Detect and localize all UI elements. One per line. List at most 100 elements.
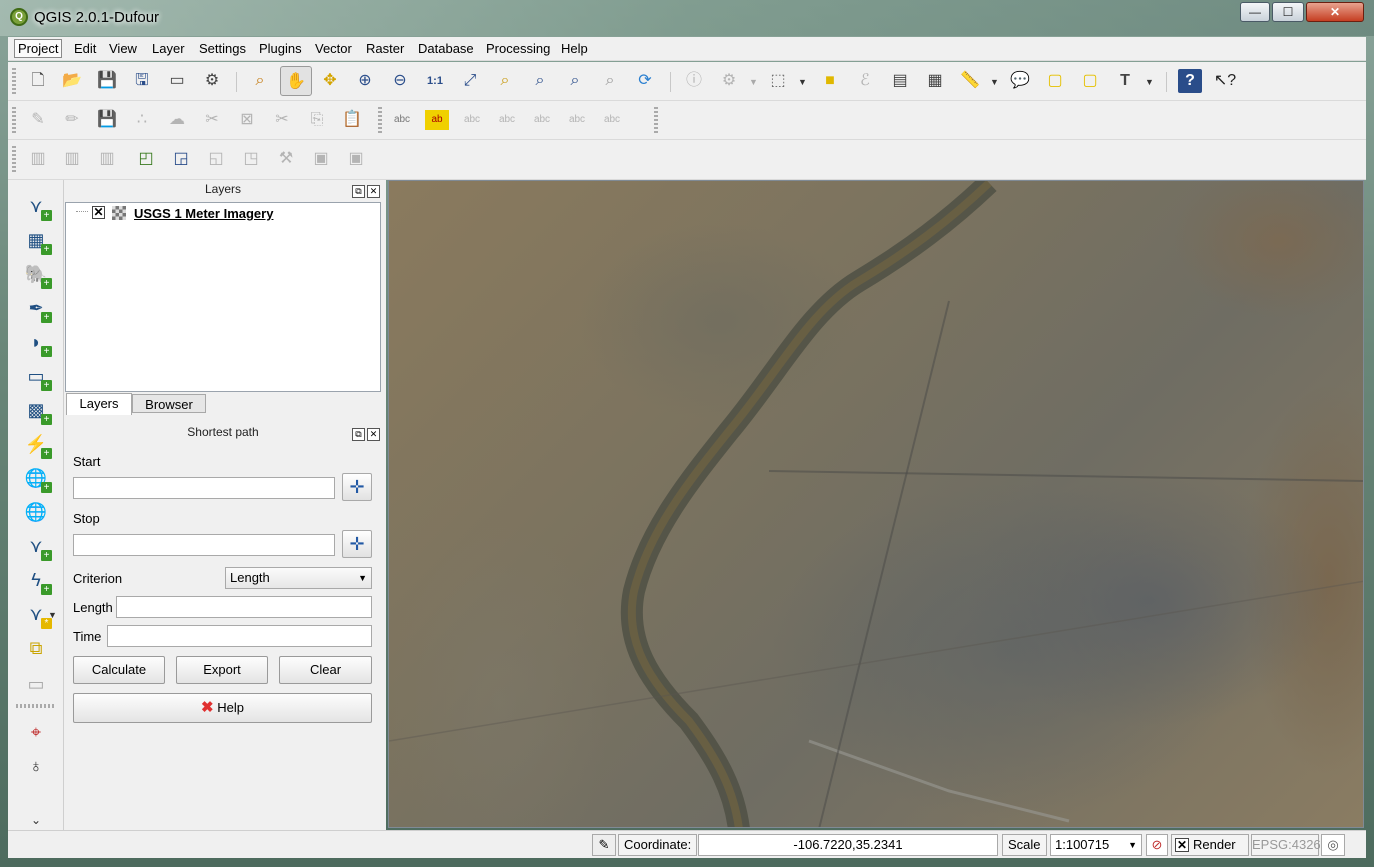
pan-map-icon[interactable]: ✥: [318, 69, 342, 93]
pin-labels-icon[interactable]: abc: [460, 108, 484, 132]
zoom-out-icon[interactable]: ⊖: [388, 69, 412, 93]
whats-this-icon[interactable]: ↖?: [1213, 69, 1237, 93]
measure-icon[interactable]: 📏: [958, 69, 982, 93]
coordinate-field[interactable]: -106.7220,35.2341: [698, 834, 998, 856]
refresh-icon[interactable]: ⟳: [633, 69, 657, 93]
current-edits-icon[interactable]: ✎: [26, 108, 50, 132]
text-annotation-icon[interactable]: T: [1113, 69, 1137, 93]
stop-rendering-icon[interactable]: ⊘: [1146, 834, 1168, 856]
delete-selected-icon[interactable]: ⊠: [235, 108, 259, 132]
select-icon[interactable]: ⬚: [766, 69, 790, 93]
zoom-full-icon[interactable]: ⤢: [458, 69, 482, 93]
attribute-table-icon[interactable]: ▤: [888, 69, 912, 93]
copy-features-icon[interactable]: ⎘: [305, 108, 329, 132]
help-button[interactable]: ✖ Help: [73, 693, 372, 723]
time-field[interactable]: [107, 625, 372, 647]
toolbar-grip[interactable]: [16, 704, 56, 708]
map-canvas[interactable]: [388, 180, 1364, 828]
pan-to-selection-icon[interactable]: ⌕: [248, 69, 272, 93]
tab-layers[interactable]: Layers: [66, 393, 132, 415]
delete-part-icon[interactable]: ◲: [169, 147, 193, 171]
menu-layer[interactable]: Layer: [152, 41, 185, 56]
add-postgis-layer-icon[interactable]: 🐘 +: [22, 260, 52, 289]
merge-selected-icon[interactable]: ▣: [344, 147, 368, 171]
annotation-dropdown-icon[interactable]: ▼: [1145, 77, 1154, 87]
zoom-to-selection-icon[interactable]: ⌕: [493, 69, 517, 93]
change-label-icon[interactable]: abc: [600, 108, 624, 132]
map-tips-icon[interactable]: 💬: [1008, 69, 1032, 93]
new-gpx-icon[interactable]: ⧉: [22, 634, 50, 662]
label-icon[interactable]: abc: [390, 108, 414, 132]
save-edits-icon[interactable]: 💾: [95, 108, 119, 132]
pick-start-button[interactable]: ✛: [342, 473, 372, 501]
new-project-icon[interactable]: 🗋: [26, 69, 50, 93]
layer-visibility-checkbox[interactable]: ✕: [92, 206, 105, 219]
menu-plugins[interactable]: Plugins: [259, 41, 302, 56]
add-raster-layer-icon[interactable]: ▦ +: [22, 226, 52, 255]
zoom-actual-size-icon[interactable]: 1:1: [423, 69, 447, 93]
render-toggle[interactable]: ✕ Render: [1171, 834, 1249, 856]
toolbar-grip[interactable]: [12, 68, 16, 96]
calculate-button[interactable]: Calculate: [73, 656, 165, 684]
add-sqlanywhere-layer-icon[interactable]: ▩ +: [22, 396, 52, 425]
menu-processing[interactable]: Processing: [486, 41, 550, 56]
save-as-icon[interactable]: 🖫: [130, 69, 154, 93]
zoom-in-icon[interactable]: ⊕: [353, 69, 377, 93]
layer-name[interactable]: USGS 1 Meter Imagery: [134, 206, 273, 221]
add-vector-layer-icon[interactable]: ⋎ +: [22, 192, 52, 221]
rotate-label-icon[interactable]: abc: [565, 108, 589, 132]
menu-settings[interactable]: Settings: [199, 41, 246, 56]
show-bookmarks-icon[interactable]: ▢: [1078, 69, 1102, 93]
reshape-icon[interactable]: ◱: [204, 147, 228, 171]
messages-icon[interactable]: ✎: [592, 834, 616, 856]
save-project-icon[interactable]: 💾: [95, 69, 119, 93]
clear-button[interactable]: Clear: [279, 656, 372, 684]
close-button[interactable]: ✕: [1306, 2, 1364, 22]
new-shapefile-icon[interactable]: ϟ +: [22, 566, 52, 595]
gps-tool-icon[interactable]: ♁: [22, 752, 50, 780]
zoom-last-icon[interactable]: ⌕: [563, 69, 587, 93]
float-panel-icon[interactable]: ⧉: [352, 428, 365, 441]
new-spatialite-icon[interactable]: ⋎ *: [22, 600, 52, 629]
add-spatialite-layer-icon[interactable]: ✒ +: [22, 294, 52, 323]
close-panel-icon[interactable]: ✕: [367, 428, 380, 441]
length-field[interactable]: [116, 596, 372, 618]
menu-help[interactable]: Help: [561, 41, 588, 56]
fill-ring-icon[interactable]: ▥: [95, 147, 119, 171]
toolbar-grip[interactable]: [12, 107, 16, 135]
export-button[interactable]: Export: [176, 656, 268, 684]
action-icon[interactable]: ⚙: [717, 69, 741, 93]
menu-raster[interactable]: Raster: [366, 41, 404, 56]
cut-features-icon[interactable]: ✂: [270, 108, 294, 132]
action-dropdown-icon[interactable]: ▼: [749, 77, 758, 87]
deselect-icon[interactable]: ■: [818, 69, 842, 93]
coordinate-label[interactable]: Coordinate:: [618, 834, 698, 856]
maximize-button[interactable]: ☐: [1272, 2, 1304, 22]
zoom-next-icon[interactable]: ⌕: [598, 69, 622, 93]
add-point-icon[interactable]: ∴: [130, 108, 154, 132]
pick-stop-button[interactable]: ✛: [342, 530, 372, 558]
tab-browser[interactable]: Browser: [132, 394, 206, 413]
crs-status-button[interactable]: EPSG:4326: [1251, 834, 1321, 856]
toolbar-grip[interactable]: [654, 107, 658, 135]
add-delimited-text-icon[interactable]: ⋎ +: [22, 532, 52, 561]
offset-curve-icon[interactable]: ◳: [239, 147, 263, 171]
split-features-icon[interactable]: ▣: [309, 147, 333, 171]
crs-globe-icon[interactable]: ◎: [1321, 834, 1345, 856]
identify-icon[interactable]: ⓘ: [682, 69, 706, 93]
stop-field[interactable]: [73, 534, 335, 556]
menu-project[interactable]: Project: [14, 39, 63, 58]
open-project-icon[interactable]: 📂: [60, 69, 84, 93]
close-panel-icon[interactable]: ✕: [367, 185, 380, 198]
composer-manager-icon[interactable]: ⚙: [200, 69, 224, 93]
select-dropdown-icon[interactable]: ▼: [798, 77, 807, 87]
menu-vector[interactable]: Vector: [315, 41, 352, 56]
help-contents-icon[interactable]: ?: [1178, 69, 1202, 93]
toggle-editing-icon[interactable]: ✏: [60, 108, 84, 132]
coordinate-capture-icon[interactable]: ⌖: [22, 718, 50, 746]
node-tool-icon[interactable]: ✂: [200, 108, 224, 132]
new-layer-dropdown-icon[interactable]: ▼: [48, 610, 57, 620]
measure-dropdown-icon[interactable]: ▼: [990, 77, 999, 87]
toolbar-grip[interactable]: [12, 146, 16, 174]
new-bookmark-icon[interactable]: ▢: [1043, 69, 1067, 93]
